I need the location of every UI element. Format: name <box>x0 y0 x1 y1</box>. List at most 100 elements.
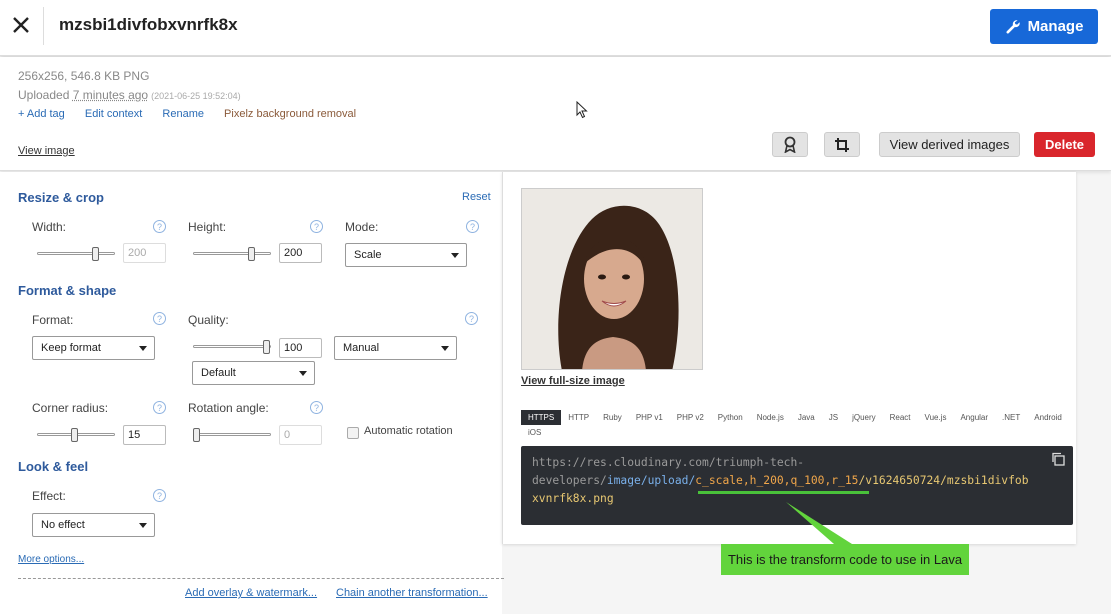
crop-icon <box>835 137 849 152</box>
tab-angular[interactable]: Angular <box>953 410 995 425</box>
close-icon[interactable] <box>10 14 32 36</box>
view-image-link[interactable]: View image <box>18 145 75 157</box>
chevron-down-icon <box>139 346 147 351</box>
tab-ios[interactable]: iOS <box>521 425 548 440</box>
award-button[interactable] <box>772 132 808 157</box>
copy-icon[interactable] <box>1051 452 1065 466</box>
width-label: Width: <box>32 220 67 234</box>
tab-https[interactable]: HTTPS <box>521 410 562 425</box>
tab-vuejs[interactable]: Vue.js <box>918 410 954 425</box>
tab-java[interactable]: Java <box>791 410 822 425</box>
callout-arrow-icon <box>786 502 852 544</box>
width-slider[interactable] <box>37 247 115 261</box>
quality-slider[interactable] <box>193 340 271 354</box>
corner-radius-label: Corner radius: <box>32 401 109 415</box>
tab-js[interactable]: JS <box>822 410 845 425</box>
help-icon[interactable]: ? <box>465 312 478 325</box>
chevron-down-icon <box>299 371 307 376</box>
tab-nodejs[interactable]: Node.js <box>750 410 791 425</box>
effect-label: Effect: <box>32 489 66 503</box>
asset-actions: + Add tag Edit context Rename Pixelz bac… <box>18 108 373 120</box>
transform-highlight-underline <box>698 491 869 494</box>
transform-panel: Resize & crop Reset Width: ? 200 Height:… <box>0 172 504 614</box>
auto-rotation-checkbox[interactable] <box>347 427 359 439</box>
preview-panel: View full-size image HTTPS HTTP Ruby PHP v1… <box>502 172 1076 544</box>
code-line: developers/image/upload/c_scale,h_200,q_… <box>532 472 1063 490</box>
tab-dotnet[interactable]: .NET <box>995 410 1027 425</box>
effect-select[interactable]: No effect <box>32 513 155 537</box>
mode-select[interactable]: Scale <box>345 243 467 267</box>
chevron-down-icon <box>451 253 459 258</box>
upload-info: Uploaded 7 minutes ago (2021-06-25 19:52:… <box>18 88 241 102</box>
slider-thumb[interactable] <box>71 428 78 442</box>
format-select[interactable]: Keep format <box>32 336 155 360</box>
rename-link[interactable]: Rename <box>162 108 204 120</box>
slider-thumb[interactable] <box>92 247 99 261</box>
tab-jquery[interactable]: jQuery <box>845 410 883 425</box>
reset-link[interactable]: Reset <box>462 191 491 203</box>
add-overlay-link[interactable]: Add overlay & watermark... <box>185 587 317 599</box>
height-label: Height: <box>188 220 227 234</box>
mouse-cursor-icon <box>576 100 588 124</box>
award-icon <box>784 136 796 153</box>
help-icon[interactable]: ? <box>153 220 166 233</box>
more-options-link[interactable]: More options... <box>18 554 84 565</box>
code-path: image/upload/ <box>606 474 696 487</box>
help-icon[interactable]: ? <box>310 220 323 233</box>
help-icon[interactable]: ? <box>310 401 323 414</box>
top-bar: mzsbi1divfobxvnrfk8x Manage <box>0 0 1111 56</box>
slider-thumb[interactable] <box>263 340 270 354</box>
mode-value: Scale <box>354 249 382 261</box>
rotation-slider[interactable] <box>193 428 271 442</box>
slider-thumb[interactable] <box>193 428 200 442</box>
tab-http[interactable]: HTTP <box>561 410 596 425</box>
quality-label: Quality: <box>188 313 229 327</box>
delete-button[interactable]: Delete <box>1034 132 1095 157</box>
help-icon[interactable]: ? <box>466 220 479 233</box>
asset-title: mzsbi1divfobxvnrfk8x <box>59 15 238 34</box>
height-input[interactable]: 200 <box>279 243 322 263</box>
view-derived-images-button[interactable]: View derived images <box>879 132 1020 157</box>
edit-context-link[interactable]: Edit context <box>85 108 142 120</box>
look-feel-heading: Look & feel <box>18 459 89 474</box>
tab-php-v2[interactable]: PHP v2 <box>670 410 711 425</box>
pixelz-link[interactable]: Pixelz background removal <box>224 108 356 120</box>
help-icon[interactable]: ? <box>153 312 166 325</box>
header-divider <box>43 7 44 45</box>
corner-radius-input[interactable]: 15 <box>123 425 166 445</box>
help-icon[interactable]: ? <box>153 401 166 414</box>
code-segment: developers/ <box>532 474 607 487</box>
rotation-input[interactable]: 0 <box>279 425 322 445</box>
slider-thumb[interactable] <box>248 247 255 261</box>
manage-button[interactable]: Manage <box>990 9 1098 44</box>
quality-mode-value: Manual <box>343 342 380 354</box>
asset-dimensions: 256x256, 546.8 KB PNG <box>18 69 150 83</box>
quality-preset-select[interactable]: Default <box>192 361 315 385</box>
code-language-tabs: HTTPS HTTP Ruby PHP v1 PHP v2 Python Node.js Ja… <box>521 410 1073 440</box>
uploaded-timestamp: (2021-06-25 19:52:04) <box>151 91 241 101</box>
auto-rotation-label: Automatic rotation <box>364 425 453 437</box>
image-preview <box>521 188 703 370</box>
tab-python[interactable]: Python <box>711 410 750 425</box>
help-icon[interactable]: ? <box>153 489 166 502</box>
corner-radius-slider[interactable] <box>37 428 115 442</box>
crop-button[interactable] <box>824 132 860 157</box>
tab-ruby[interactable]: Ruby <box>596 410 629 425</box>
code-line: https://res.cloudinary.com/triumph-tech- <box>532 456 805 469</box>
uploaded-prefix: Uploaded <box>18 88 73 102</box>
quality-mode-select[interactable]: Manual <box>334 336 457 360</box>
portrait-image <box>522 189 702 369</box>
quality-input[interactable]: 100 <box>279 338 322 358</box>
width-input[interactable]: 200 <box>123 243 166 263</box>
height-slider[interactable] <box>193 247 271 261</box>
tab-php-v1[interactable]: PHP v1 <box>629 410 670 425</box>
section-divider <box>18 578 504 579</box>
tab-react[interactable]: React <box>883 410 918 425</box>
format-value: Keep format <box>41 342 101 354</box>
code-segment: /v1624650724/mzsbi1divfob <box>858 474 1029 487</box>
uploaded-ago: 7 minutes ago <box>72 88 149 102</box>
add-tag-link[interactable]: + Add tag <box>18 108 65 120</box>
view-full-size-link[interactable]: View full-size image <box>521 375 625 387</box>
tab-android[interactable]: Android <box>1027 410 1069 425</box>
chain-transformation-link[interactable]: Chain another transformation... <box>336 587 488 599</box>
